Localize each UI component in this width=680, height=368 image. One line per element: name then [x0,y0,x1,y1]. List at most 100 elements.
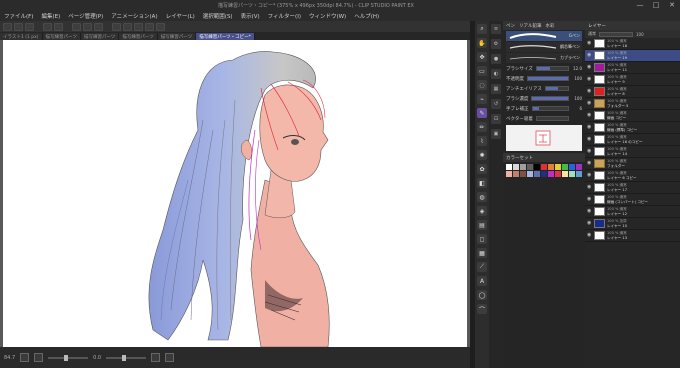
swatch[interactable] [562,164,568,170]
layer-row[interactable]: ◉ 100 % 通常 レイヤー 8 [585,86,680,98]
frame-icon[interactable]: ▦ [477,248,487,258]
prop-stabilization[interactable]: 手ブレ補正 6 [506,104,582,113]
ruler-icon[interactable]: ⟋ [477,262,487,272]
transform-icon[interactable] [112,22,121,31]
swatch[interactable] [527,171,533,177]
new-file-icon[interactable] [3,22,12,31]
swatch[interactable] [569,171,575,177]
fill-icon[interactable]: ◈ [477,206,487,216]
layer-row[interactable]: ◉ 100 % 通常 レイヤー 6 コピー [585,170,680,182]
color-wheel-icon[interactable]: ◐ [491,69,501,79]
tab-parts-1[interactable]: 描写練習パーツ [42,33,81,40]
swatch[interactable] [534,171,540,177]
swatch[interactable] [534,164,540,170]
swatch[interactable] [569,164,575,170]
lasso-icon[interactable]: ◌ [477,80,487,90]
minimize-button[interactable]: — [632,0,648,10]
save-icon[interactable] [25,22,34,31]
pen-icon[interactable]: ✎ [477,108,487,118]
select-icon[interactable]: ▭ [477,66,487,76]
pencil-icon[interactable]: ✏ [477,122,487,132]
navigator-preview[interactable] [506,125,582,151]
tool-property-icon[interactable]: ⚙ [491,39,501,49]
subtool-tab-pencil[interactable]: リアル鉛筆 [519,23,541,29]
brush-size-icon[interactable]: ● [491,54,501,64]
tab-parts-copy[interactable]: 描写練習パーツ・コピー* [196,33,255,40]
swatch[interactable] [520,171,526,177]
opacity-value[interactable]: 100 [636,32,644,37]
menu-filter[interactable]: フィルター(I) [268,12,301,20]
blend-mode-select[interactable]: 通常 [588,31,596,37]
navigator-icon[interactable]: ⊡ [491,114,501,124]
prop-vector-snap[interactable]: ベクター吸着 [506,114,582,123]
menu-page[interactable]: ページ管理(P) [68,12,103,20]
visibility-eye-icon[interactable]: ◉ [587,149,592,154]
menu-selection[interactable]: 選択範囲(S) [203,12,233,20]
layer-row[interactable]: ◉ 100 % 通常 レイヤー 19 [585,50,680,62]
visibility-eye-icon[interactable]: ◉ [587,77,592,82]
prop-brush-density[interactable]: ブラシ濃度 100 [506,94,582,103]
prop-slider[interactable] [535,116,569,121]
layer-row[interactable]: ◉ 100 % 通常 レイヤー 17 [585,182,680,194]
swatch[interactable] [548,164,554,170]
visibility-eye-icon[interactable]: ◉ [587,185,592,190]
swatch[interactable] [506,164,512,170]
visibility-eye-icon[interactable]: ◉ [587,209,592,214]
undo-icon[interactable] [43,22,52,31]
visibility-eye-icon[interactable]: ◉ [587,89,592,94]
layer-row[interactable]: ◉ 100 % 通常 レイヤー 16 のコピー [585,134,680,146]
visibility-eye-icon[interactable]: ◉ [587,65,592,70]
visibility-eye-icon[interactable]: ◉ [587,221,592,226]
layer-row[interactable]: ◉ 100 % 加算 レイヤー 15 [585,218,680,230]
move-icon[interactable]: ✥ [477,52,487,62]
open-file-icon[interactable] [14,22,23,31]
layer-folder-row[interactable]: ◉ 100 % 通常 フォルダー 5 [585,98,680,110]
subtool-item-g-pen[interactable]: Gペン [506,31,582,41]
subtool-icon[interactable]: ≡ [491,24,501,34]
zoom-in-icon[interactable] [34,353,44,362]
zoom-value[interactable]: 84.7 [4,355,15,361]
line-correct-icon[interactable]: ⌒ [477,304,487,314]
layer-row[interactable]: ◉ 100 % 通常 レイヤー 13 [585,230,680,242]
layer-folder-row[interactable]: ◉ 100 % 通常 フォルダー [585,158,680,170]
maximize-button[interactable]: □ [648,0,664,10]
decoration-icon[interactable]: ✿ [477,164,487,174]
visibility-eye-icon[interactable]: ◉ [587,41,592,46]
clear-icon[interactable] [72,22,81,31]
material-icon[interactable]: ▣ [491,129,501,139]
swatch[interactable] [513,164,519,170]
gradient-icon[interactable]: ▤ [477,220,487,230]
prop-slider[interactable] [535,66,569,71]
flip-icon[interactable] [151,353,161,362]
visibility-eye-icon[interactable]: ◉ [587,197,592,202]
swatch[interactable] [562,171,568,177]
layer-row[interactable]: ◉ 100 % 通常 レイヤー 11 [585,62,680,74]
visibility-eye-icon[interactable]: ◉ [587,233,592,238]
swatch[interactable] [548,171,554,177]
eraser-icon[interactable]: ◧ [477,178,487,188]
prop-antialias[interactable]: アンチエイリアス [506,84,582,93]
rotate-slider[interactable] [106,354,147,361]
menu-edit[interactable]: 編集(E) [41,12,60,20]
swatch[interactable] [555,164,561,170]
zoom-icon[interactable]: ⌕ [477,24,487,34]
menu-layer[interactable]: レイヤー(L) [166,12,195,20]
visibility-eye-icon[interactable]: ◉ [587,53,592,58]
visibility-eye-icon[interactable]: ◉ [587,137,592,142]
snap-icon[interactable] [145,22,154,31]
swatch[interactable] [541,171,547,177]
layer-row[interactable]: ◉ 100 % 通常 レイヤー 18 [585,38,680,50]
brush-icon[interactable]: ⌇ [477,136,487,146]
visibility-eye-icon[interactable]: ◉ [587,173,592,178]
layer-row[interactable]: ◉ 100 % 通常 レイヤー 9 [585,74,680,86]
swatch[interactable] [576,164,582,170]
swatch[interactable] [576,171,582,177]
menu-view[interactable]: 表示(V) [241,12,260,20]
visibility-eye-icon[interactable]: ◉ [587,113,592,118]
layer-row[interactable]: ◉ 100 % 通常 線画 コピー [585,110,680,122]
canvas-area[interactable] [0,40,470,347]
subtool-item-kabura-pen[interactable]: カブラペン [506,53,582,63]
history-icon[interactable]: ↺ [491,99,501,109]
swatch[interactable] [506,171,512,177]
visibility-eye-icon[interactable]: ◉ [587,101,592,106]
